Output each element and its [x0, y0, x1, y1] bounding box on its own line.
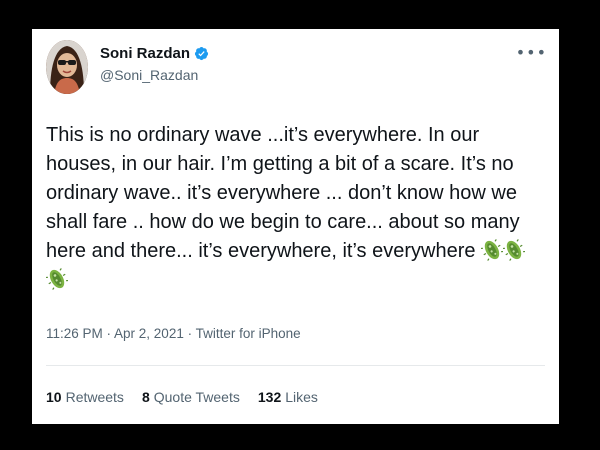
divider [46, 365, 545, 366]
microbe-icon [481, 239, 504, 261]
display-name[interactable]: Soni Razdan [100, 45, 209, 62]
user-handle[interactable]: @Soni_Razdan [100, 67, 198, 83]
quote-tweets-stat[interactable]: 8 Quote Tweets [142, 389, 240, 405]
profile-photo-icon [46, 40, 88, 94]
avatar[interactable] [46, 40, 88, 94]
tweet-stats: 10 Retweets 8 Quote Tweets 132 Likes [46, 389, 318, 405]
more-options-icon[interactable]: ••• [516, 43, 547, 62]
tweet-text: This is no ordinary wave ...it’s everywh… [46, 121, 546, 295]
tweet-body: This is no ordinary wave ...it’s everywh… [46, 124, 520, 262]
retweets-stat[interactable]: 10 Retweets [46, 389, 124, 405]
tweet-timestamp[interactable]: 11:26 PM · Apr 2, 2021 · Twitter for iPh… [46, 326, 301, 341]
verified-badge-icon [194, 46, 209, 61]
display-name-text[interactable]: Soni Razdan [100, 45, 190, 62]
likes-count: 132 [257, 389, 282, 405]
microbe-icon [503, 239, 526, 261]
quote-tweets-count: 8 [141, 389, 150, 405]
likes-stat[interactable]: 132 Likes [258, 389, 318, 405]
retweets-label: Retweets [65, 389, 124, 405]
tweet-card: Soni Razdan @Soni_Razdan ••• This is no … [32, 29, 559, 424]
retweets-count: 10 [46, 389, 62, 405]
quote-tweets-label: Quote Tweets [153, 389, 240, 405]
likes-label: Likes [285, 389, 318, 405]
microbe-icon [46, 268, 68, 290]
